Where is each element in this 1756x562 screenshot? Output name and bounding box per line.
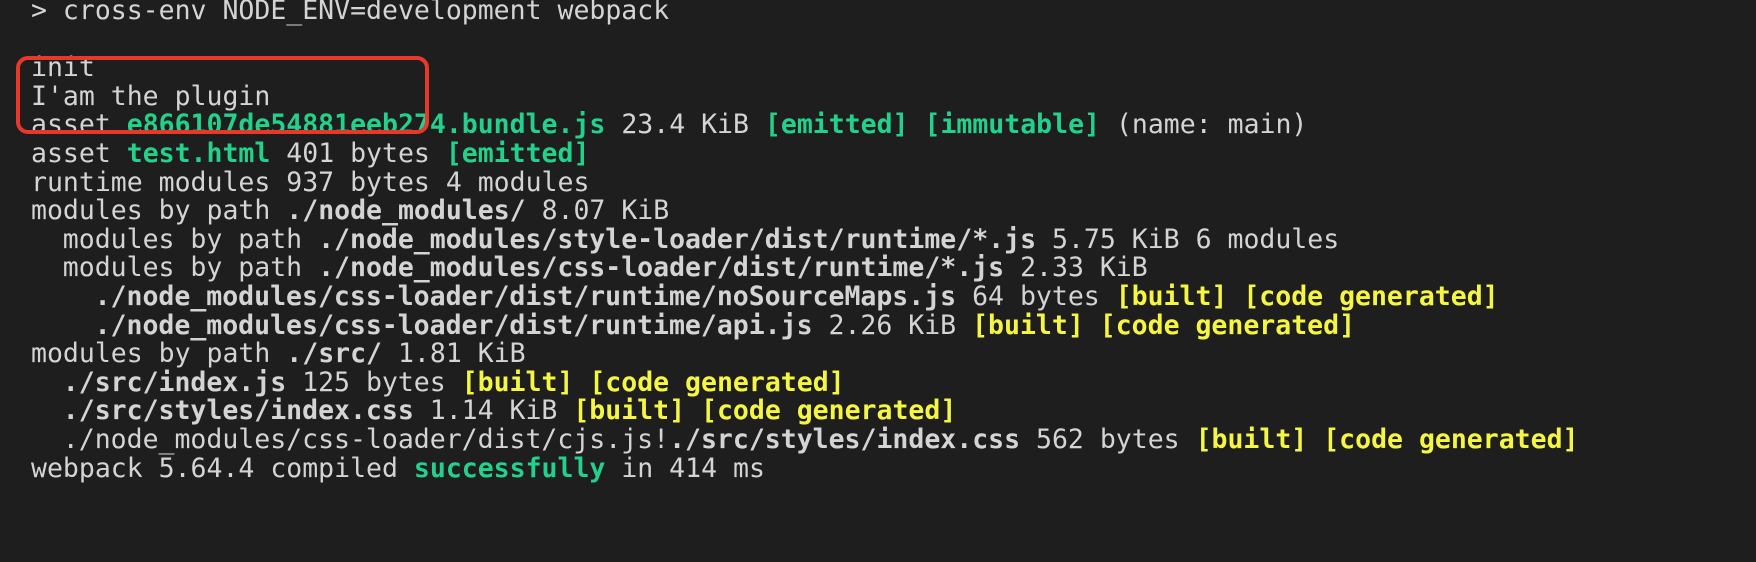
terminal-text-segment: [code generated] [1323,424,1579,455]
terminal-text-segment: 401 bytes [270,138,446,169]
terminal-line: I'am the plugin [31,81,270,113]
terminal-text-segment: [emitted] [445,138,590,169]
terminal-text-segment: [built] [573,395,686,427]
terminal-line: init [31,52,95,84]
terminal-line: ./node_modules/css-loader/dist/cjs.js!./… [63,424,1579,456]
terminal-line: ./node_modules/css-loader/dist/runtime/n… [95,281,1499,313]
terminal-text-segment: modules by path [62,252,319,284]
terminal-text-segment: 64 bytes [956,281,1116,312]
terminal-text-segment: ./node_modules/style-loader/dist/runtime… [318,223,1037,255]
terminal-text-segment: 125 bytes [286,366,462,398]
terminal-text-segment: (name: main) [1099,109,1308,141]
terminal-line: ./src/styles/index.css 1.14 KiB [built] … [63,395,956,427]
terminal-text-segment: [built] [1195,424,1308,455]
terminal-text-segment: 1.14 KiB [413,395,574,427]
terminal-text-segment: modules by path [31,338,287,370]
terminal-line: asset test.html 401 bytes [emitted] [31,138,589,170]
terminal-line: webpack 5.64.4 compiled successfully in … [31,453,765,485]
terminal-text-segment: ./src/styles/index.css [669,424,1021,455]
terminal-text-segment: ./src/ [286,338,383,370]
terminal-line: modules by path ./node_modules/style-loa… [63,224,1339,256]
terminal-output: > cross-env NODE_ENV=development webpack… [0,0,1756,562]
terminal-text-segment: 562 bytes [1020,424,1196,455]
terminal-text-segment: ./src/styles/index.css [62,395,414,427]
terminal-line: modules by path ./node_modules/css-loade… [63,252,1148,284]
terminal-line: ./src/index.js 125 bytes [built] [code g… [63,367,845,399]
terminal-text-segment: ./node_modules/ [286,195,526,227]
terminal-text-segment: e866107de54881eeb274.bundle.js [126,109,606,141]
terminal-text-segment: successfully [413,452,606,484]
terminal-text-segment: ./node_modules/css-loader/dist/cjs.js! [62,424,670,455]
terminal-line: > cross-env NODE_ENV=development webpack [31,0,669,27]
terminal-text-segment: 1.81 KiB [382,338,526,370]
terminal-text-segment: 2.26 KiB [812,309,973,341]
terminal-text-segment: [code generated] [1099,309,1356,341]
terminal-text-segment: 2.33 KiB [1004,252,1148,284]
terminal-text-segment: 8.07 KiB [525,195,670,227]
terminal-text-segment: [immutable] [924,109,1100,141]
terminal-text-segment: webpack 5.64.4 compiled [31,452,414,484]
terminal-line: asset e866107de54881eeb274.bundle.js 23.… [31,109,1307,141]
terminal-text-segment: ./node_modules/css-loader/dist/runtime/n… [94,281,957,312]
terminal-text-segment: [built] [1115,281,1228,312]
terminal-line: modules by path ./src/ 1.81 KiB [31,338,526,370]
terminal-text-segment: in 414 ms [605,452,765,484]
terminal-text-segment: ./node_modules/css-loader/dist/runtime/a… [94,309,813,341]
terminal-text-segment: [emitted] [764,109,909,141]
terminal-text-segment: test.html [126,138,271,169]
terminal-text-segment: 5.75 KiB 6 modules [1036,223,1340,255]
terminal-text-segment: [code generated] [589,366,845,398]
terminal-text-segment: asset [31,138,127,169]
terminal-text-segment: [built] [972,309,1084,341]
terminal-text-segment: runtime modules 937 bytes 4 modules [31,166,590,198]
terminal-text-segment: > cross-env NODE_ENV=development webpack [31,0,670,26]
terminal-line: runtime modules 937 bytes 4 modules [31,167,589,199]
terminal-text-segment: [built] [461,366,574,398]
terminal-text-segment: 23.4 KiB [605,109,765,141]
terminal-text-segment: init [31,52,95,84]
terminal-text-segment: ./node_modules/css-loader/dist/runtime/*… [318,252,1005,284]
terminal-text-segment: I'am the plugin [31,80,271,112]
terminal-text-segment: asset [31,109,127,141]
terminal-text-segment: ./src/index.js [62,366,287,398]
terminal-line: modules by path ./node_modules/ 8.07 KiB [31,195,669,227]
terminal-text-segment: modules by path [62,223,319,255]
terminal-text-segment: modules by path [31,195,287,227]
terminal-line: ./node_modules/css-loader/dist/runtime/a… [95,310,1355,342]
terminal-text-segment: [code generated] [1243,281,1499,312]
terminal-text-segment: [code generated] [701,395,957,427]
